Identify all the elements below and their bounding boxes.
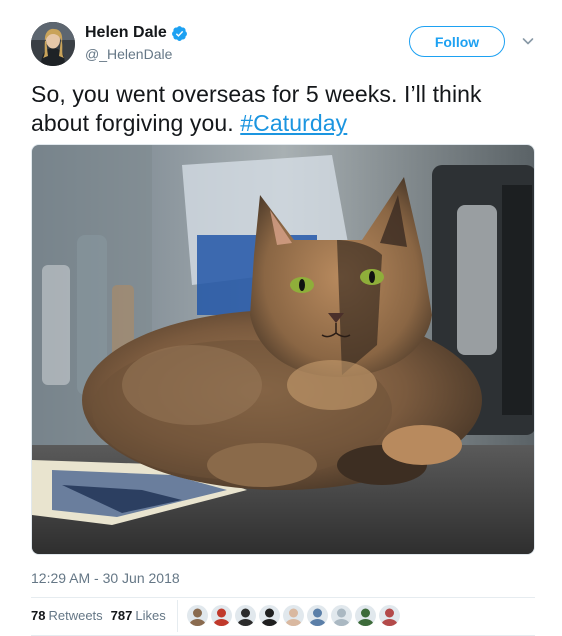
- liker-avatar-8[interactable]: [355, 605, 376, 626]
- likes-count: 787: [110, 608, 133, 623]
- author-handle[interactable]: @_HelenDale: [85, 46, 172, 62]
- tweet-photo[interactable]: [31, 144, 535, 555]
- liker-avatar-5[interactable]: [283, 605, 304, 626]
- author-avatar[interactable]: [31, 22, 75, 66]
- liker-avatar-9[interactable]: [379, 605, 400, 626]
- retweets-stat[interactable]: 78 Retweets: [31, 608, 103, 623]
- user-avatar-icon: [211, 605, 232, 626]
- likes-stat[interactable]: 787 Likes: [111, 608, 166, 623]
- user-avatar-icon: [259, 605, 280, 626]
- user-avatar-icon: [355, 605, 376, 626]
- likes-label: Likes: [135, 608, 166, 623]
- verified-badge-icon: [171, 25, 188, 42]
- tweet-timestamp[interactable]: 12:29 AM - 30 Jun 2018: [31, 570, 180, 586]
- liker-avatar-1[interactable]: [187, 605, 208, 626]
- user-avatar-icon: [235, 605, 256, 626]
- author-name[interactable]: Helen Dale: [85, 24, 167, 42]
- follow-button[interactable]: Follow: [409, 26, 505, 57]
- liker-avatars: [187, 605, 400, 626]
- chevron-down-icon[interactable]: [521, 34, 535, 48]
- user-avatar-icon: [307, 605, 328, 626]
- tweet-stats: 78 Retweets 787 Likes: [31, 608, 166, 623]
- liker-avatar-6[interactable]: [307, 605, 328, 626]
- liker-avatar-2[interactable]: [211, 605, 232, 626]
- tweet-text: So, you went overseas for 5 weeks. I’ll …: [31, 80, 531, 138]
- tweet-card: Helen Dale @_HelenDale Follow So, you we…: [0, 0, 562, 636]
- divider: [31, 597, 535, 598]
- retweets-label: Retweets: [48, 608, 103, 623]
- user-avatar-icon: [187, 605, 208, 626]
- author-name-row[interactable]: Helen Dale: [85, 24, 188, 42]
- user-avatar-icon: [31, 22, 75, 66]
- stats-separator: [177, 600, 178, 632]
- user-avatar-icon: [283, 605, 304, 626]
- retweets-count: 78: [31, 608, 46, 623]
- liker-avatar-7[interactable]: [331, 605, 352, 626]
- cat-photo-image: [32, 145, 534, 554]
- user-avatar-icon: [379, 605, 400, 626]
- liker-avatar-4[interactable]: [259, 605, 280, 626]
- liker-avatar-3[interactable]: [235, 605, 256, 626]
- user-avatar-icon: [331, 605, 352, 626]
- hashtag-link[interactable]: #Caturday: [240, 110, 347, 136]
